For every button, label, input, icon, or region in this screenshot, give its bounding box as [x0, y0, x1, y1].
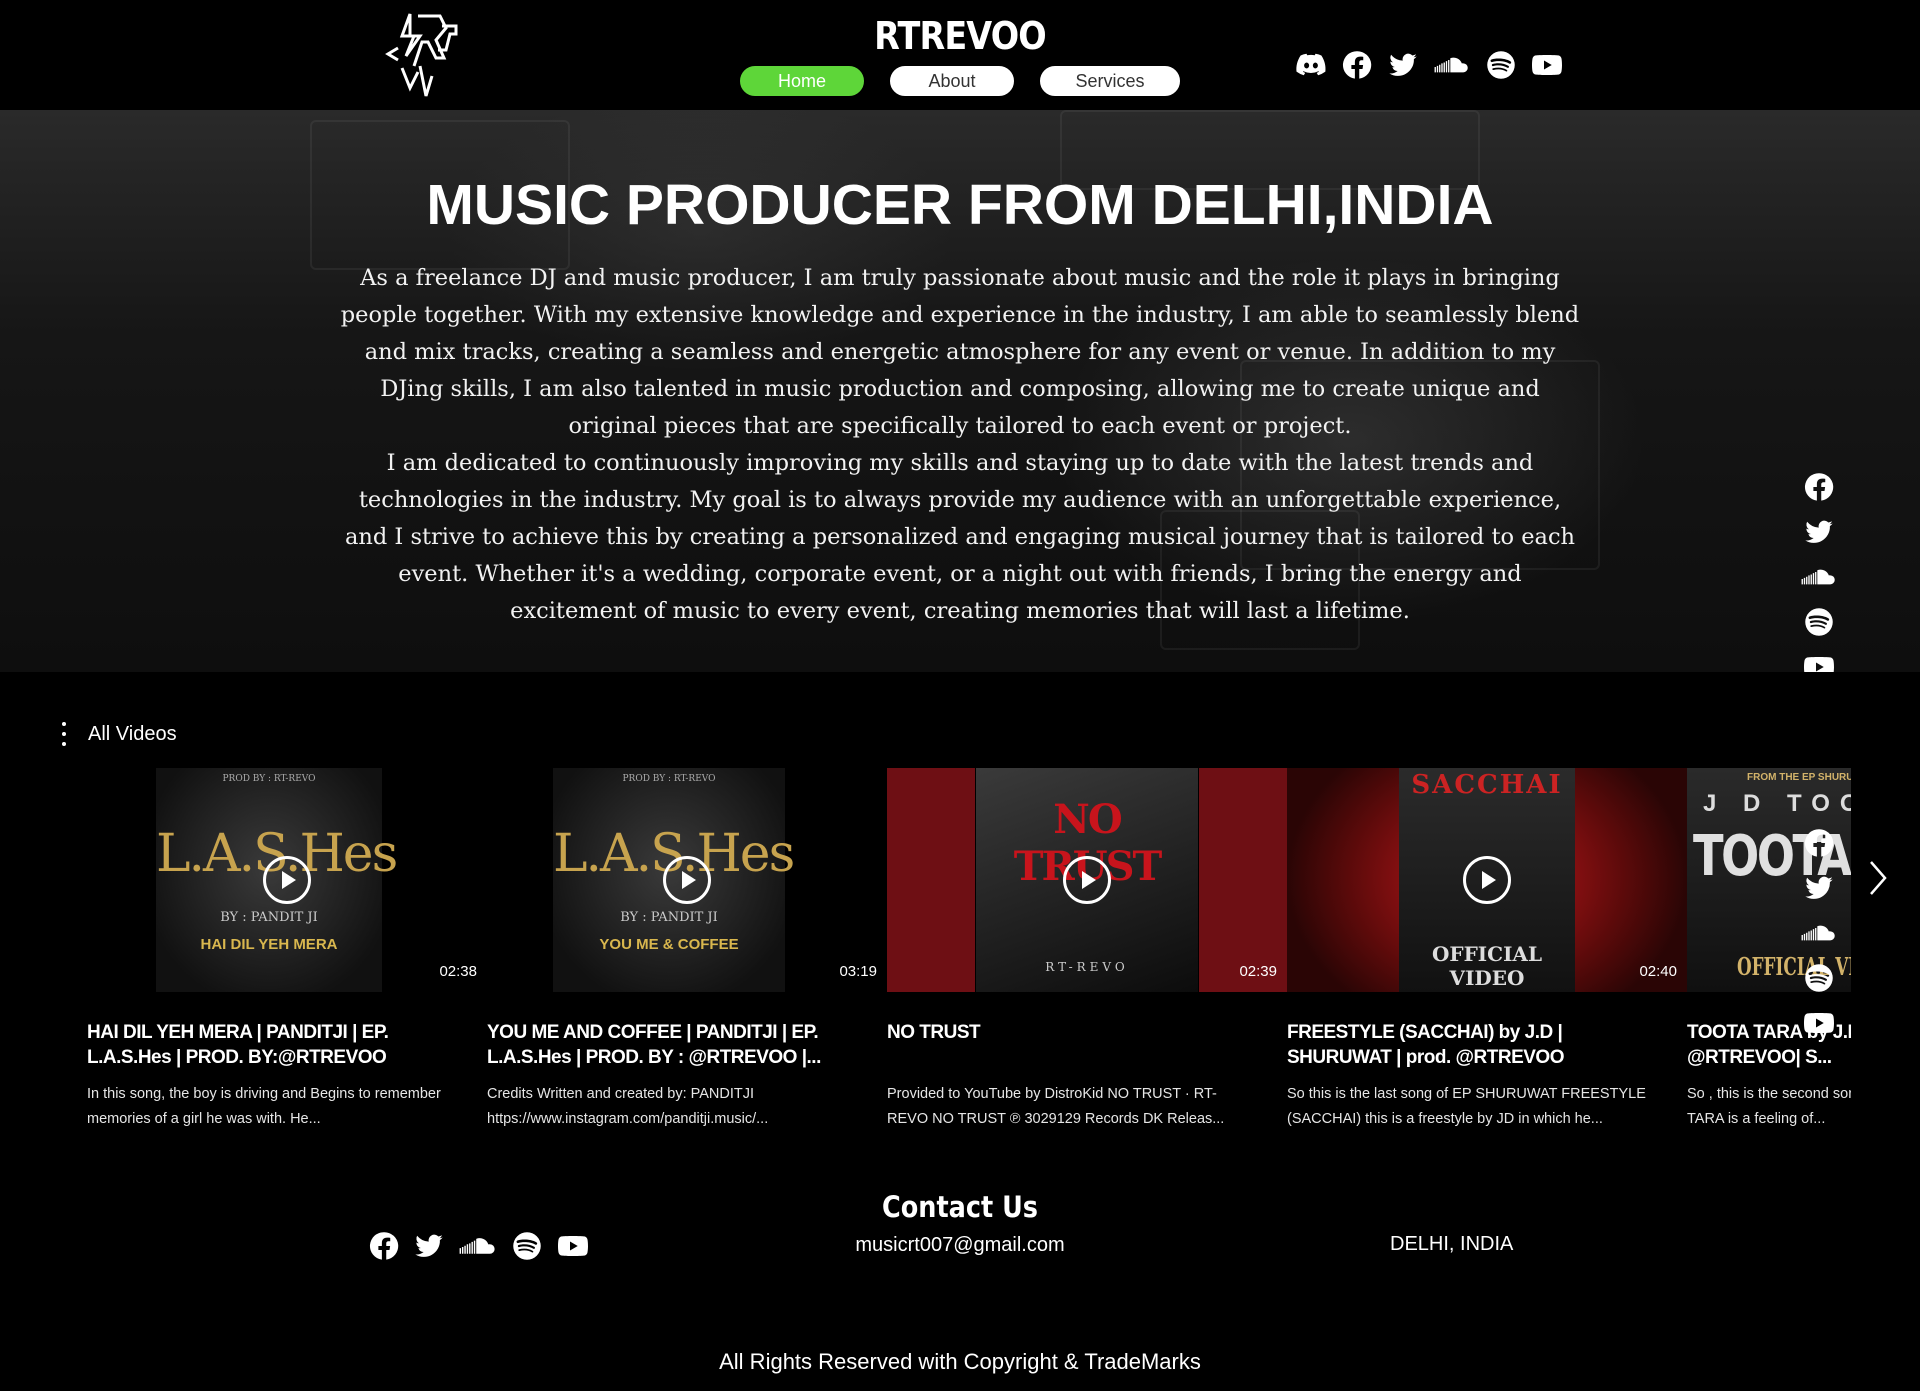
- play-icon[interactable]: [663, 856, 711, 904]
- art-ep-label: FROM THE EP SHURUWAT: [1747, 772, 1851, 783]
- twitter-icon[interactable]: [1388, 50, 1418, 80]
- spotify-icon[interactable]: [1804, 607, 1834, 637]
- video-carousel: PROD BY : RT-REVO L.A.S.Hes BY : PANDIT …: [87, 768, 1851, 1138]
- youtube-icon[interactable]: [1804, 652, 1834, 672]
- videos-header: All Videos: [60, 722, 177, 746]
- twitter-icon[interactable]: [1804, 873, 1834, 903]
- art-prod-credit: PROD BY : RT-REVO: [222, 774, 316, 784]
- video-thumbnail[interactable]: PROD BY : RT-REVO L.A.S.Hes BY : PANDIT …: [487, 768, 887, 992]
- more-options-icon[interactable]: [60, 722, 68, 746]
- video-duration: 03:19: [839, 963, 877, 980]
- video-thumbnail[interactable]: PROD BY : RT-REVO L.A.S.Hes BY : PANDIT …: [87, 768, 487, 992]
- header-social-links: [1296, 50, 1562, 80]
- art-artist: RT-REVO: [1045, 960, 1129, 974]
- video-title[interactable]: HAI DIL YEH MERA | PANDITJI | EP. L.A.S.…: [87, 1020, 447, 1072]
- main-nav: Home About Services: [740, 66, 1180, 96]
- art-song: HAI DIL YEH MERA: [200, 936, 338, 953]
- video-duration: 02:39: [1239, 963, 1277, 980]
- video-description: Credits Written and created by: PANDITJI…: [487, 1086, 769, 1127]
- soundcloud-icon[interactable]: [1801, 562, 1837, 592]
- discord-icon[interactable]: [1296, 50, 1326, 80]
- art-artist: BY : PANDIT JI: [220, 910, 318, 925]
- carousel-next-icon[interactable]: [1868, 858, 1888, 898]
- art-title: SACCHAI: [1411, 770, 1563, 800]
- play-icon[interactable]: [1063, 856, 1111, 904]
- play-icon[interactable]: [1463, 856, 1511, 904]
- video-description: So this is the last song of EP SHURUWAT …: [1287, 1086, 1646, 1127]
- art-subtitle: OFFICIAL VIDEO: [1431, 942, 1543, 990]
- hero-title: MUSIC PRODUCER FROM DELHI,INDIA: [426, 173, 1494, 237]
- art-artist: J D TOOTA: [1703, 790, 1851, 817]
- soundcloud-icon[interactable]: [1801, 918, 1837, 948]
- video-card[interactable]: NO TRUST RT-REVO 02:39 NO TRUST Provided…: [887, 768, 1287, 1134]
- facebook-icon[interactable]: [1804, 472, 1834, 502]
- video-description: So , this is the second song of EP SHURU…: [1687, 1086, 1851, 1127]
- play-icon[interactable]: [263, 856, 311, 904]
- video-thumbnail[interactable]: SACCHAI OFFICIAL VIDEO 02:40: [1287, 768, 1687, 992]
- nav-about-button[interactable]: About: [890, 66, 1014, 96]
- floating-social-bar: [1804, 472, 1837, 672]
- video-card[interactable]: PROD BY : RT-REVO L.A.S.Hes BY : PANDIT …: [487, 768, 887, 1134]
- contact-email[interactable]: musicrt007@gmail.com: [0, 1234, 1920, 1257]
- facebook-icon[interactable]: [1342, 50, 1372, 80]
- hero-paragraph-1: As a freelance DJ and music producer, I …: [340, 265, 1580, 439]
- hero-paragraph-2: I am dedicated to continuously improving…: [344, 450, 1576, 624]
- video-thumbnail[interactable]: NO TRUST RT-REVO 02:39: [887, 768, 1287, 992]
- twitter-icon[interactable]: [1804, 517, 1834, 547]
- videos-label[interactable]: All Videos: [88, 723, 177, 746]
- video-title[interactable]: NO TRUST: [887, 1020, 1247, 1072]
- copyright-text: All Rights Reserved with Copyright & Tra…: [719, 1349, 1201, 1374]
- art-artist: BY : PANDIT JI: [620, 910, 718, 925]
- nav-services-button[interactable]: Services: [1040, 66, 1180, 96]
- nav-home-button[interactable]: Home: [740, 66, 864, 96]
- contact-title: Contact Us: [882, 1190, 1038, 1224]
- video-title[interactable]: YOU ME AND COFFEE | PANDITJI | EP. L.A.S…: [487, 1020, 847, 1072]
- video-description: In this song, the boy is driving and Beg…: [87, 1086, 441, 1127]
- spotify-icon[interactable]: [1486, 50, 1516, 80]
- soundcloud-icon[interactable]: [1434, 50, 1470, 80]
- facebook-icon[interactable]: [1804, 828, 1834, 858]
- video-duration: 02:40: [1639, 963, 1677, 980]
- art-prod-credit: PROD BY : RT-REVO: [622, 774, 716, 784]
- art-song: YOU ME & COFFEE: [599, 936, 739, 953]
- video-title[interactable]: FREESTYLE (SACCHAI) by J.D | SHURUWAT | …: [1287, 1020, 1647, 1072]
- youtube-icon[interactable]: [1804, 1008, 1834, 1038]
- floating-social-bar: [1804, 828, 1837, 1038]
- spotify-icon[interactable]: [1804, 963, 1834, 993]
- video-card[interactable]: SACCHAI OFFICIAL VIDEO 02:40 FREESTYLE (…: [1287, 768, 1687, 1134]
- site-header: RTREVOO Home About Services: [0, 0, 1920, 110]
- video-card[interactable]: PROD BY : RT-REVO L.A.S.Hes BY : PANDIT …: [87, 768, 487, 1134]
- youtube-icon[interactable]: [1532, 50, 1562, 80]
- contact-location: DELHI, INDIA: [1390, 1233, 1514, 1255]
- video-description: Provided to YouTube by DistroKid NO TRUS…: [887, 1086, 1225, 1127]
- hero-section: MUSIC PRODUCER FROM DELHI,INDIA As a fre…: [0, 110, 1920, 672]
- hero-description: As a freelance DJ and music producer, I …: [340, 260, 1580, 630]
- video-duration: 02:38: [439, 963, 477, 980]
